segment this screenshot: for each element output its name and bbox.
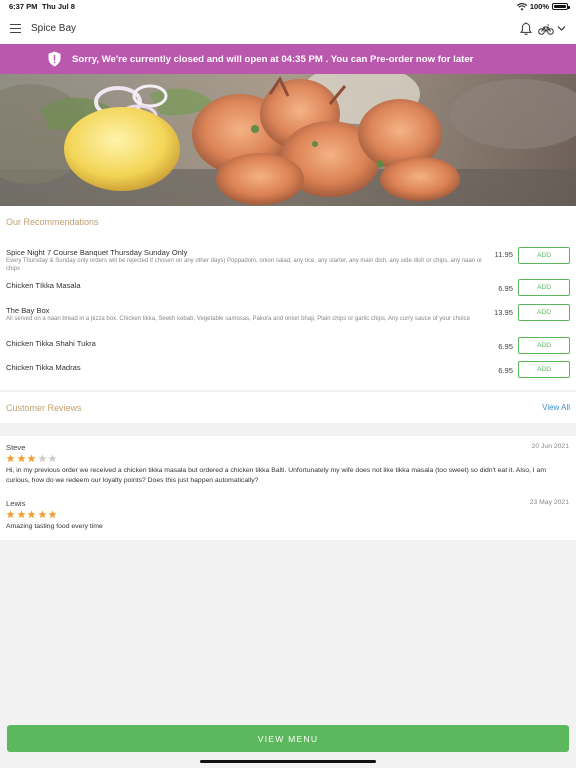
star-empty-icon (48, 454, 57, 463)
top-navbar: Spice Bay (0, 14, 576, 44)
review-text: Hi, in my previous order we received a c… (6, 467, 547, 484)
star-filled-icon (37, 510, 47, 519)
shield-alert-icon (48, 51, 61, 67)
star-empty-icon (37, 454, 47, 463)
review-date: 20 Jun 2021 (531, 443, 569, 450)
battery-percent: 100% (529, 2, 549, 11)
review-date: 23 May 2021 (529, 499, 569, 506)
star-rating (6, 454, 57, 463)
hero-food-image (0, 74, 576, 206)
add-button[interactable]: ADD (518, 304, 570, 321)
reviews-list: Steve 20 Jun 2021 Hi, in my previous ord… (0, 436, 576, 540)
view-menu-button[interactable]: VIEW MENU (7, 725, 569, 752)
menu-item-price: 6.95 (498, 342, 513, 351)
battery-icon (552, 3, 570, 10)
menu-item-price: 6.95 (498, 284, 513, 293)
star-filled-icon (27, 454, 36, 463)
add-button[interactable]: ADD (518, 361, 570, 378)
reviews-header: Customer Reviews View All (0, 392, 576, 423)
recommendations-title: Our Recommendations (6, 217, 99, 227)
add-button[interactable]: ADD (518, 279, 570, 296)
menu-item-price: 13.95 (493, 308, 513, 317)
menu-item-name: Spice Night 7 Course Banquet Thursday Su… (6, 248, 188, 257)
banner-message: Sorry, We're currently closed and will o… (72, 54, 474, 65)
view-all-reviews-link[interactable]: View All (542, 403, 570, 412)
star-filled-icon (16, 454, 26, 463)
status-date: Thu Jul 8 (42, 2, 75, 11)
menu-item-price: 6.95 (498, 366, 513, 375)
star-filled-icon (6, 454, 15, 463)
menu-item-name: Chicken Tikka Shahi Tukra (6, 339, 96, 348)
hamburger-menu-icon[interactable] (10, 24, 21, 33)
menu-item-name: Chicken Tikka Madras (6, 363, 81, 372)
add-button[interactable]: ADD (518, 337, 570, 354)
star-filled-icon (27, 510, 36, 519)
status-right: 100% (516, 2, 570, 11)
star-rating (6, 510, 57, 519)
recommendations-section: Our Recommendations Spice Night 7 Course… (0, 206, 576, 390)
wifi-icon (516, 2, 527, 10)
restaurant-title: Spice Bay (31, 23, 77, 34)
bell-icon[interactable] (520, 22, 532, 36)
closed-notice-banner: Sorry, We're currently closed and will o… (0, 44, 576, 74)
reviewer-name: Lewis (6, 499, 26, 508)
star-filled-icon (48, 510, 57, 519)
review-text: Amazing tasting food every time (6, 523, 103, 530)
home-indicator (200, 760, 376, 763)
status-bar: 6:37 PM Thu Jul 8 100% (0, 0, 576, 14)
add-button[interactable]: ADD (518, 247, 570, 264)
menu-item-name: The Bay Box (6, 306, 50, 315)
menu-item-price: 11.95 (494, 250, 513, 259)
menu-item-description: Every Thursday & Sunday only orders will… (6, 258, 483, 272)
menu-item-name: Chicken TIkka Masala (6, 281, 81, 290)
reviewer-name: Steve (6, 443, 26, 452)
star-filled-icon (6, 510, 15, 519)
status-time: 6:37 PM (9, 2, 38, 11)
menu-item-description: All served on a naan bread in a pizza bo… (6, 316, 470, 322)
star-filled-icon (16, 510, 26, 519)
delivery-bike-icon[interactable] (538, 23, 554, 35)
chevron-down-icon[interactable] (557, 25, 566, 32)
reviews-title: Customer Reviews (6, 403, 82, 413)
